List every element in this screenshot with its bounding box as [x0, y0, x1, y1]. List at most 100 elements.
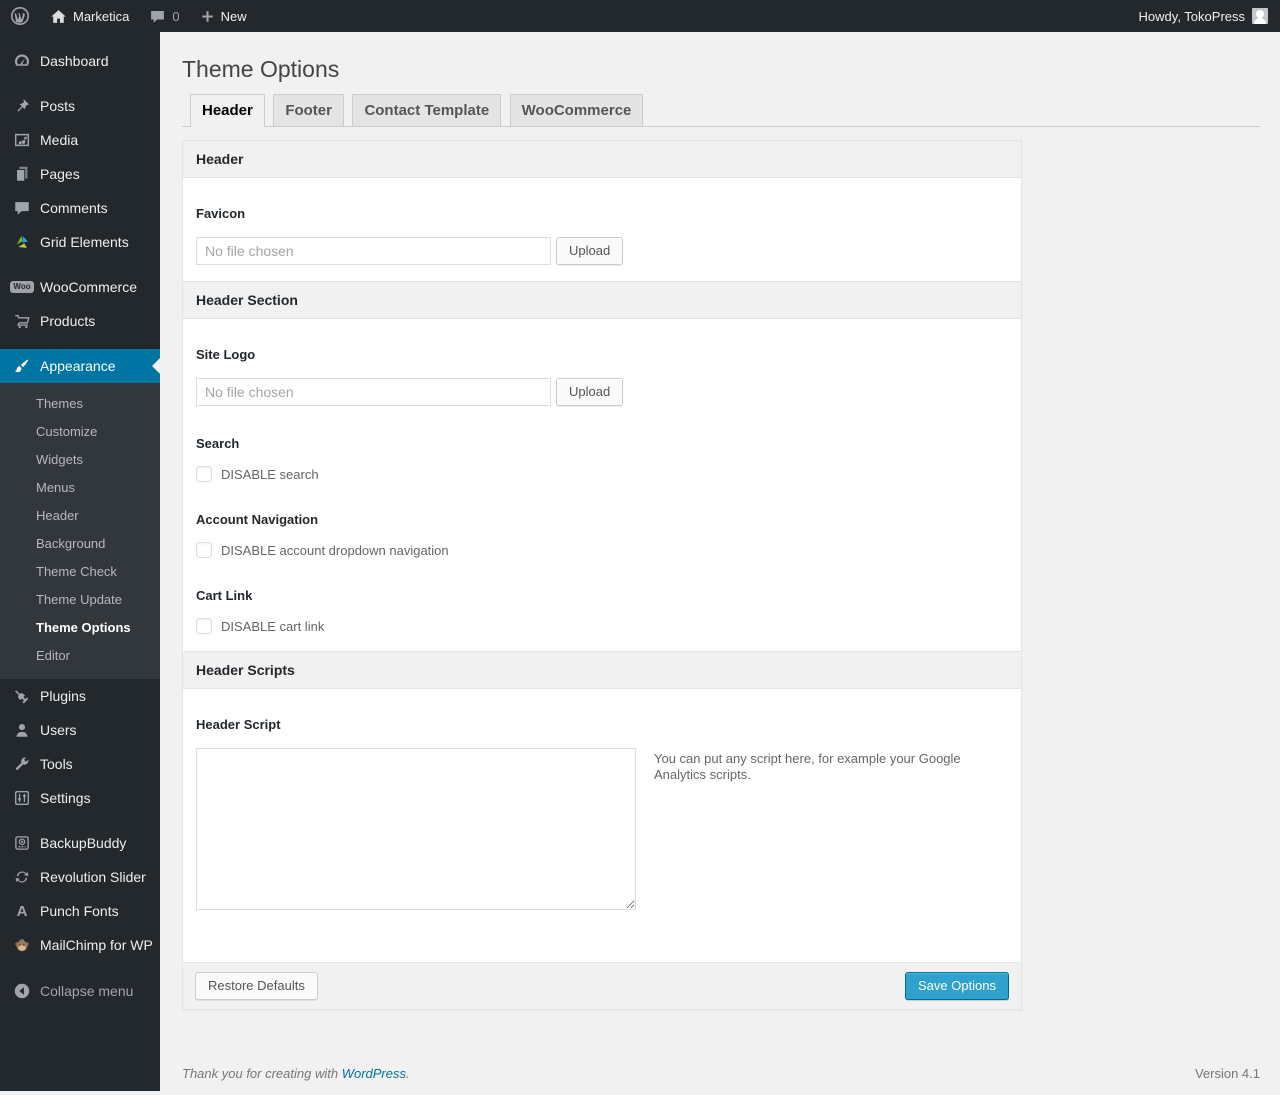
submenu-item-theme-options[interactable]: Theme Options	[0, 614, 160, 642]
sidebar-item-label: Dashboard	[40, 53, 109, 69]
dashboard-icon	[12, 51, 32, 71]
section-header-bar: Header	[183, 141, 1021, 178]
letter-a-icon: A	[16, 902, 28, 920]
tab-woocommerce[interactable]: WooCommerce	[509, 94, 644, 126]
site-logo-label: Site Logo	[196, 347, 256, 362]
sidebar-item-posts[interactable]: Posts	[0, 89, 160, 123]
sidebar-item-label: Plugins	[40, 688, 86, 704]
submenu-item-theme-update[interactable]: Theme Update	[0, 586, 160, 614]
sidebar-item-revolution-slider[interactable]: Revolution Slider	[0, 860, 160, 894]
submenu-item-header[interactable]: Header	[0, 502, 160, 530]
site-logo-upload-button[interactable]: Upload	[556, 378, 624, 406]
backup-icon	[12, 833, 32, 853]
account-menu[interactable]: Howdy, TokoPress	[1139, 8, 1280, 24]
sidebar-item-label: Posts	[40, 98, 76, 114]
home-icon	[50, 8, 67, 25]
admin-bar: Marketica 0 New Howdy, TokoPress	[0, 0, 1280, 32]
user-icon	[12, 720, 32, 740]
section-header-scripts-bar: Header Scripts	[183, 651, 1021, 689]
site-name-menu[interactable]: Marketica	[40, 0, 139, 32]
sidebar-separator	[0, 259, 160, 270]
sidebar-item-label: Settings	[40, 790, 91, 806]
sidebar-item-mailchimp[interactable]: MailChimp for WP	[0, 928, 160, 962]
comment-count: 0	[172, 8, 180, 24]
sidebar-item-label: Products	[40, 313, 96, 329]
submenu-item-customize[interactable]: Customize	[0, 418, 160, 446]
tab-header[interactable]: Header	[190, 94, 265, 127]
sidebar-item-users[interactable]: Users	[0, 713, 160, 747]
submenu-item-theme-check[interactable]: Theme Check	[0, 558, 160, 586]
disable-search-label: DISABLE search	[221, 466, 319, 482]
sidebar-separator	[0, 815, 160, 826]
sidebar-item-dashboard[interactable]: Dashboard	[0, 44, 160, 78]
sidebar-item-comments[interactable]: Comments	[0, 191, 160, 225]
sidebar-item-settings[interactable]: Settings	[0, 781, 160, 815]
sidebar-item-tools[interactable]: Tools	[0, 747, 160, 781]
version-label: Version 4.1	[1194, 1066, 1260, 1081]
sidebar-item-label: Pages	[40, 166, 80, 182]
comment-bubble-icon	[149, 8, 166, 25]
disable-cart-link-checkbox[interactable]	[196, 618, 212, 634]
pages-icon	[12, 164, 32, 184]
sidebar-separator	[0, 78, 160, 89]
sidebar-item-punch-fonts[interactable]: A Punch Fonts	[0, 894, 160, 928]
collapse-menu-label: Collapse menu	[40, 983, 134, 999]
sidebar-item-woocommerce[interactable]: Woo WooCommerce	[0, 270, 160, 304]
mailchimp-icon	[12, 935, 32, 955]
sidebar-item-label: Revolution Slider	[40, 869, 146, 885]
plus-icon	[200, 9, 215, 24]
howdy-label: Howdy, TokoPress	[1138, 8, 1245, 24]
collapse-menu-button[interactable]: Collapse menu	[0, 974, 160, 1008]
favicon-upload-button[interactable]: Upload	[556, 237, 624, 265]
submenu-item-editor[interactable]: Editor	[0, 642, 160, 670]
wrench-icon	[12, 754, 32, 774]
grid-elements-icon	[12, 232, 32, 252]
sidebar-item-grid-elements[interactable]: Grid Elements	[0, 225, 160, 259]
favicon-label: Favicon	[196, 206, 246, 221]
wordpress-link[interactable]: WordPress	[342, 1066, 406, 1081]
theme-options-tabs: Header Footer Contact Template WooCommer…	[182, 94, 1260, 127]
header-script-label: Header Script	[196, 717, 281, 732]
sidebar-item-label: Punch Fonts	[40, 903, 119, 919]
avatar	[1252, 8, 1268, 24]
panel-action-bar: Restore Defaults Save Options	[183, 962, 1021, 1009]
sidebar-item-label: Media	[40, 132, 79, 148]
tab-footer[interactable]: Footer	[273, 94, 344, 126]
favicon-file-input[interactable]	[196, 237, 551, 265]
pin-icon	[12, 96, 32, 116]
cart-link-label: Cart Link	[196, 588, 253, 603]
submenu-item-themes[interactable]: Themes	[0, 390, 160, 418]
site-logo-file-input[interactable]	[196, 378, 551, 406]
disable-search-checkbox[interactable]	[196, 466, 212, 482]
restore-defaults-button[interactable]: Restore Defaults	[195, 972, 318, 1000]
save-options-button[interactable]: Save Options	[904, 972, 1009, 1000]
new-menu[interactable]: New	[190, 0, 257, 32]
tab-contact-template[interactable]: Contact Template	[352, 94, 502, 126]
sidebar-item-products[interactable]: Products	[0, 304, 160, 338]
page-title: Theme Options	[182, 56, 340, 82]
submenu-item-widgets[interactable]: Widgets	[0, 446, 160, 474]
sidebar-item-backupbuddy[interactable]: BackupBuddy	[0, 826, 160, 860]
wordpress-logo-menu[interactable]	[0, 0, 40, 32]
woocommerce-badge-icon: Woo	[10, 277, 34, 297]
sidebar-item-label: MailChimp for WP	[40, 937, 153, 953]
sidebar-item-appearance[interactable]: Appearance	[0, 349, 160, 383]
sidebar-item-pages[interactable]: Pages	[0, 157, 160, 191]
sidebar-item-label: BackupBuddy	[40, 835, 127, 851]
sidebar-item-media[interactable]: Media	[0, 123, 160, 157]
sidebar-item-label: Comments	[40, 200, 108, 216]
submenu-item-menus[interactable]: Menus	[0, 474, 160, 502]
header-script-textarea[interactable]	[196, 748, 636, 910]
sidebar-item-label: WooCommerce	[40, 279, 137, 295]
search-label: Search	[196, 436, 240, 451]
site-name-label: Marketica	[73, 8, 130, 24]
submenu-item-background[interactable]: Background	[0, 530, 160, 558]
sidebar-item-plugins[interactable]: Plugins	[0, 679, 160, 713]
footer-thankyou: Thank you for creating with WordPress.	[182, 1066, 410, 1081]
comments-menu[interactable]: 0	[139, 0, 189, 32]
disable-account-nav-label: DISABLE account dropdown navigation	[221, 542, 449, 558]
disable-account-nav-checkbox[interactable]	[196, 542, 212, 558]
options-panel: Header Favicon Upload Header Section Sit…	[182, 140, 1022, 1010]
disable-cart-link-label: DISABLE cart link	[221, 618, 325, 634]
sidebar-separator	[0, 338, 160, 349]
